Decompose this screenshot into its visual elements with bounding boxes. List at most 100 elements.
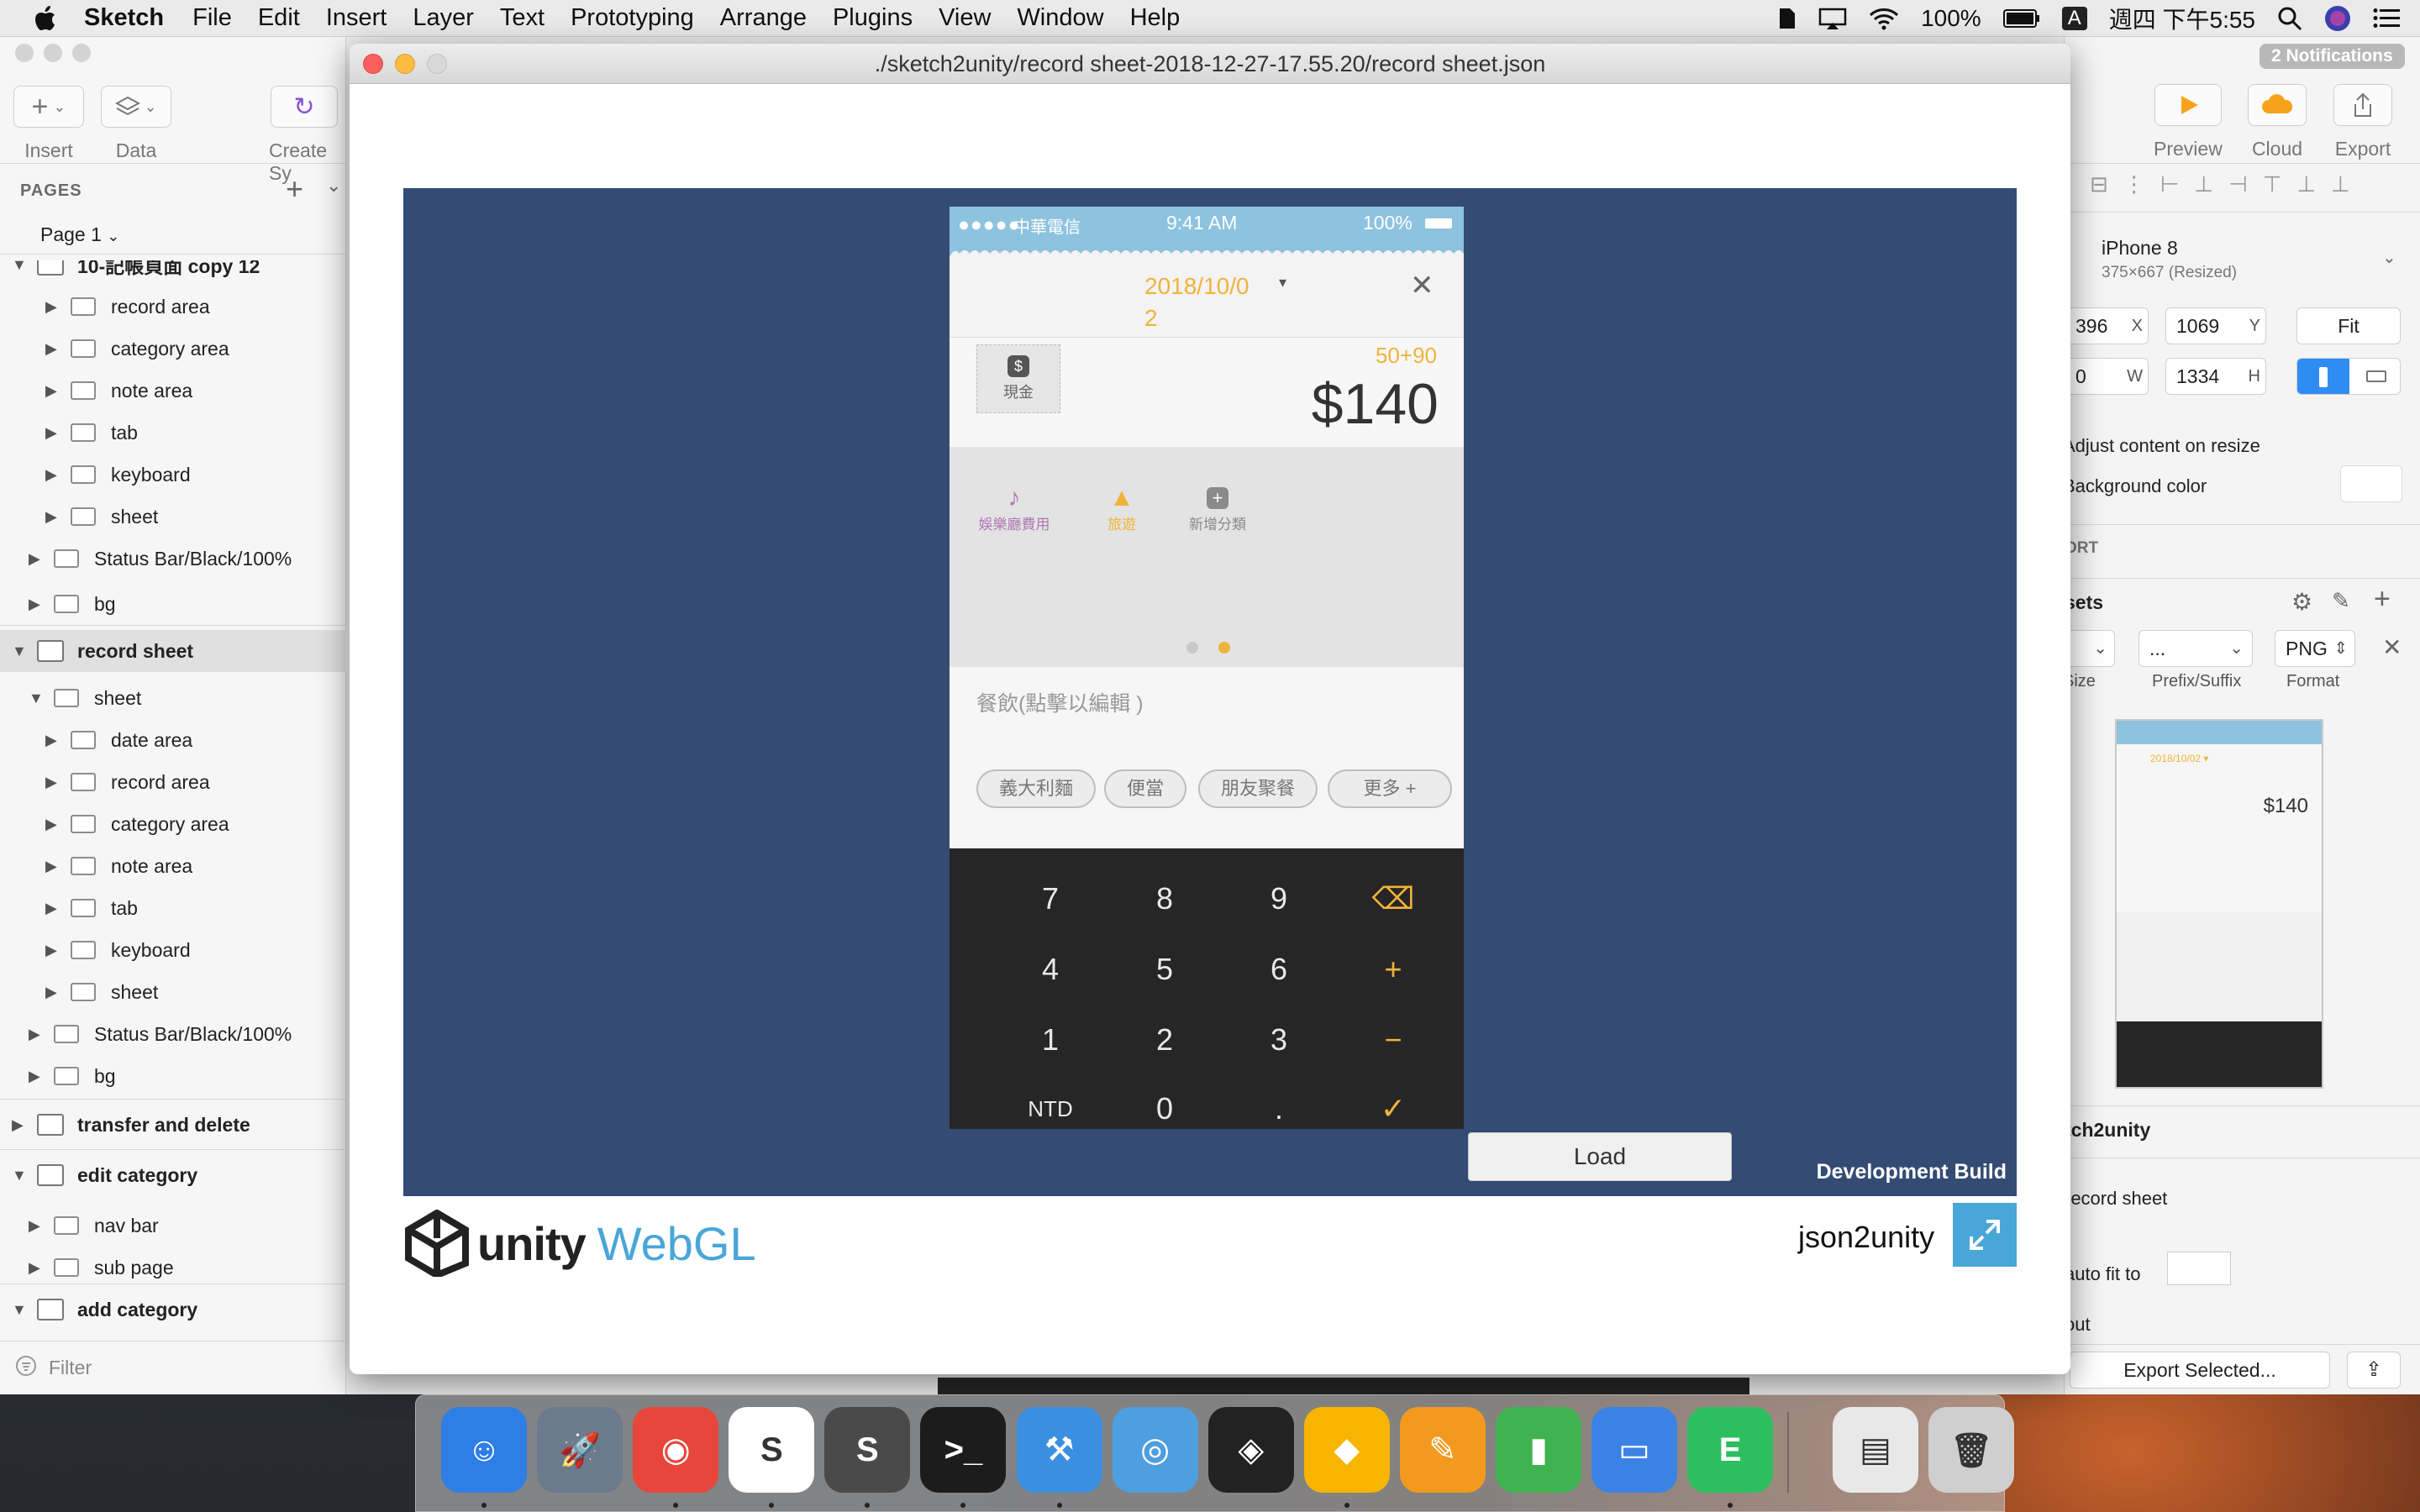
prefix-suffix-field[interactable]: ... ⌄: [2139, 630, 2253, 667]
layer-row-group[interactable]: ▶ keyboard: [0, 454, 346, 496]
keypad-key[interactable]: −: [1336, 1005, 1450, 1075]
menu-prototyping[interactable]: Prototyping: [571, 4, 694, 32]
evernote-tray-icon[interactable]: [1775, 6, 1797, 31]
disclosure-closed-icon[interactable]: ▶: [45, 508, 57, 526]
disclosure-open-icon[interactable]: ▼: [29, 690, 44, 707]
minimize-button[interactable]: [395, 54, 415, 74]
fullscreen-button[interactable]: [1953, 1203, 2017, 1267]
fit-button[interactable]: Fit: [2296, 307, 2401, 344]
chip-bento[interactable]: 便當: [1104, 769, 1186, 808]
cloud-toolbar-button[interactable]: Cloud: [2248, 84, 2307, 160]
safari-browser-icon[interactable]: ◎: [1112, 1407, 1198, 1493]
keypad-key[interactable]: .: [1222, 1074, 1336, 1129]
layer-row-group[interactable]: ▶ Status Bar/Black/100%: [0, 1013, 346, 1055]
disclosure-closed-icon[interactable]: ▶: [45, 900, 57, 917]
notifications-badge[interactable]: 2 Notifications: [2260, 44, 2405, 69]
disclosure-closed-icon[interactable]: ▶: [45, 340, 57, 358]
apple-icon[interactable]: [34, 5, 59, 32]
close-button[interactable]: [363, 54, 383, 74]
format-select[interactable]: PNG ⇕: [2275, 630, 2355, 667]
auto-fit-label[interactable]: auto fit to: [2065, 1263, 2141, 1285]
keypad-key[interactable]: 9: [1222, 864, 1336, 934]
zoom-dot[interactable]: [72, 44, 91, 62]
wifi-icon[interactable]: [1869, 7, 1899, 30]
trash-icon[interactable]: 🗑: [1928, 1407, 2015, 1493]
share-export-icon[interactable]: ⇪: [2347, 1352, 2401, 1389]
menu-text[interactable]: Text: [500, 4, 544, 32]
keypad-key[interactable]: 1: [993, 1005, 1107, 1075]
disclosure-open-icon[interactable]: ▼: [12, 1301, 27, 1319]
auto-fit-input[interactable]: [2167, 1252, 2231, 1285]
clock[interactable]: 週四 下午5:55: [2109, 2, 2255, 35]
layer-row-group[interactable]: ▶ category area: [0, 328, 346, 370]
menu-window[interactable]: Window: [1017, 4, 1103, 32]
sublime-text-icon[interactable]: S: [824, 1407, 911, 1493]
edit-pencil-icon[interactable]: ✎: [2332, 588, 2350, 614]
menu-file[interactable]: File: [192, 4, 232, 32]
chrome-icon[interactable]: ◉: [633, 1407, 719, 1493]
evernote-icon[interactable]: E: [1687, 1407, 1774, 1493]
unity-canvas[interactable]: ●●●●● 中華電信 9:41 AM 100% 2018/10/0 2 ▾ ✕ …: [403, 188, 2017, 1196]
background-color-label[interactable]: Background color: [2063, 475, 2207, 497]
disclosure-open-icon[interactable]: ▼: [12, 643, 27, 660]
layer-row-group[interactable]: ▶ bg: [0, 1055, 346, 1097]
keypad-key[interactable]: ⌫: [1336, 864, 1450, 934]
menu-help[interactable]: Help: [1130, 4, 1181, 32]
load-button[interactable]: Load: [1468, 1132, 1732, 1181]
launchpad-icon[interactable]: 🚀: [537, 1407, 623, 1493]
notification-center-icon[interactable]: [2373, 8, 2400, 29]
airplay-icon[interactable]: [1818, 7, 1847, 30]
date-dropdown-icon[interactable]: ▾: [1279, 274, 1286, 291]
x-field[interactable]: 396 X: [2065, 307, 2149, 344]
layer-row-group[interactable]: ▶ keyboard: [0, 929, 346, 971]
layer-row-group[interactable]: ▶ sub page: [0, 1247, 346, 1289]
chip-more[interactable]: 更多 +: [1328, 769, 1452, 808]
remove-export-icon[interactable]: ✕: [2382, 633, 2402, 661]
keypad-key[interactable]: 7: [993, 864, 1107, 934]
layer-row-group[interactable]: ▶ date area: [0, 719, 346, 761]
layer-row-group[interactable]: ▶ sheet: [0, 971, 346, 1013]
disclosure-closed-icon[interactable]: ▶: [45, 298, 57, 316]
disclosure-closed-icon[interactable]: ▶: [45, 858, 57, 875]
close-icon[interactable]: ✕: [1410, 269, 1434, 302]
export-selected-button[interactable]: Export Selected...: [2070, 1352, 2330, 1389]
slack-icon[interactable]: S: [729, 1407, 815, 1493]
siri-icon[interactable]: [2324, 5, 2351, 32]
menu-app-name[interactable]: Sketch: [84, 4, 164, 32]
terminal-icon[interactable]: >_: [920, 1407, 1007, 1493]
landscape-icon[interactable]: [2366, 370, 2386, 382]
add-export-icon[interactable]: +: [2374, 583, 2391, 616]
create-symbol-toolbar-button[interactable]: ↻ Create Sy: [269, 86, 345, 185]
keypad-key[interactable]: 2: [1107, 1005, 1222, 1075]
layer-row-group[interactable]: ▶ note area: [0, 370, 346, 412]
export-toolbar-button[interactable]: Export: [2333, 84, 2392, 160]
sketch-app-icon[interactable]: ◆: [1303, 1407, 1390, 1493]
battery-icon[interactable]: [2002, 8, 2040, 29]
disclosure-closed-icon[interactable]: ▶: [45, 816, 57, 833]
disclosure-open-icon[interactable]: ▼: [12, 1167, 27, 1184]
disclosure-closed-icon[interactable]: ▶: [45, 774, 57, 791]
layer-row-group[interactable]: ▶ category area: [0, 803, 346, 845]
menu-plugins[interactable]: Plugins: [833, 4, 913, 32]
disclosure-closed-icon[interactable]: ▶: [45, 424, 57, 442]
keypad-key[interactable]: +: [1336, 934, 1450, 1005]
finder-icon[interactable]: ☺: [441, 1407, 528, 1493]
disclosure-closed-icon[interactable]: ▶: [45, 984, 57, 1001]
chip-pasta[interactable]: 義大利麵: [976, 769, 1096, 808]
numbers-icon[interactable]: ▮: [1495, 1407, 1581, 1493]
chip-friends-dinner[interactable]: 朋友聚餐: [1198, 769, 1318, 808]
disclosure-closed-icon[interactable]: ▶: [29, 1068, 40, 1085]
note-input[interactable]: 餐飲(點擊以編輯 ): [976, 687, 1144, 717]
page-selector[interactable]: Page 1 ⌄: [40, 223, 119, 246]
disclosure-closed-icon[interactable]: ▶: [45, 382, 57, 400]
data-toolbar-button[interactable]: ⌄ Data: [101, 86, 171, 162]
layer-row-group[interactable]: ▶ tab: [0, 887, 346, 929]
layer-row-artboard[interactable]: ▼ edit category: [0, 1154, 346, 1196]
account-card[interactable]: $ 現金: [976, 344, 1060, 413]
layer-row-artboard[interactable]: ▼ add category: [0, 1289, 346, 1322]
layer-row-group[interactable]: ▶ record area: [0, 286, 346, 328]
zoom-button[interactable]: [427, 54, 447, 74]
layer-row-group[interactable]: ▶ nav bar: [0, 1205, 346, 1247]
export-settings-icon[interactable]: ⚙: [2291, 588, 2312, 616]
menu-edit[interactable]: Edit: [258, 4, 300, 32]
